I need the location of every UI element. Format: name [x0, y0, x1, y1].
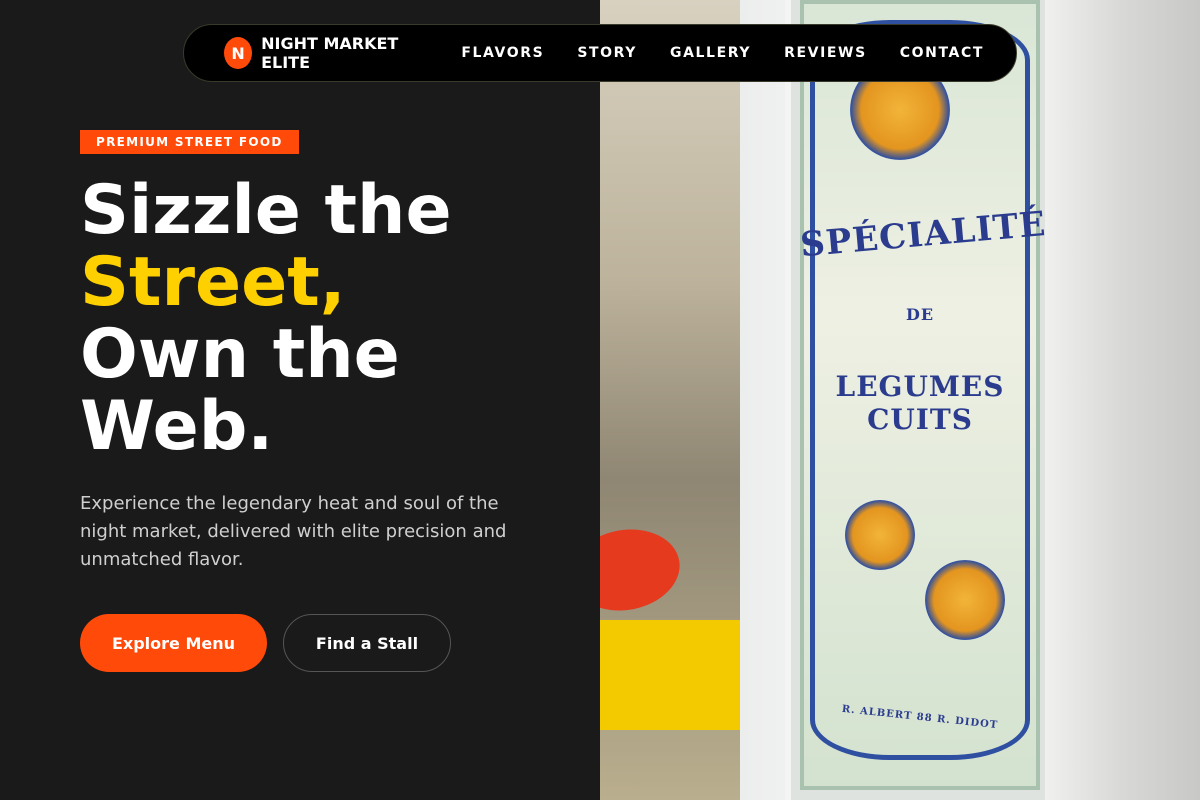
hero-badge: PREMIUM STREET FOOD: [80, 130, 299, 154]
window-shutter: [1045, 0, 1200, 800]
main-nav: N NIGHT MARKET ELITE FLAVORS STORY GALLE…: [183, 24, 1017, 82]
hero-headline: Sizzle the Street, Own the Web.: [80, 175, 580, 463]
yellow-display-shelf: [600, 620, 740, 730]
explore-menu-button[interactable]: Explore Menu: [80, 614, 267, 672]
nav-link-story[interactable]: STORY: [577, 45, 637, 61]
nav-link-flavors[interactable]: FLAVORS: [461, 45, 544, 61]
logo-icon[interactable]: N: [224, 37, 253, 69]
headline-line-4: Web.: [80, 387, 274, 466]
brand-name[interactable]: NIGHT MARKET ELITE: [261, 34, 429, 72]
find-stall-button[interactable]: Find a Stall: [283, 614, 451, 672]
hero-subtitle: Experience the legendary heat and soul o…: [80, 493, 507, 570]
headline-line-3: Own the: [80, 315, 400, 394]
nav-link-reviews[interactable]: REVIEWS: [784, 45, 867, 61]
flower-ornament-bottom-left: [845, 500, 915, 570]
sign-text-legumes-cuits: LEGUMES CUITS: [835, 370, 1005, 436]
hero-photo: SPÉCIALITÉ DE LEGUMES CUITS R. ALBERT 88…: [600, 0, 1200, 800]
headline-accent: Street,: [80, 243, 346, 322]
headline-line-1: Sizzle the: [80, 171, 452, 250]
nav-links: FLAVORS STORY GALLERY REVIEWS CONTACT: [461, 45, 984, 61]
sign-text-de: DE: [905, 305, 935, 324]
nav-link-gallery[interactable]: GALLERY: [670, 45, 751, 61]
nav-link-contact[interactable]: CONTACT: [900, 45, 984, 61]
flower-ornament-bottom-right: [925, 560, 1005, 640]
